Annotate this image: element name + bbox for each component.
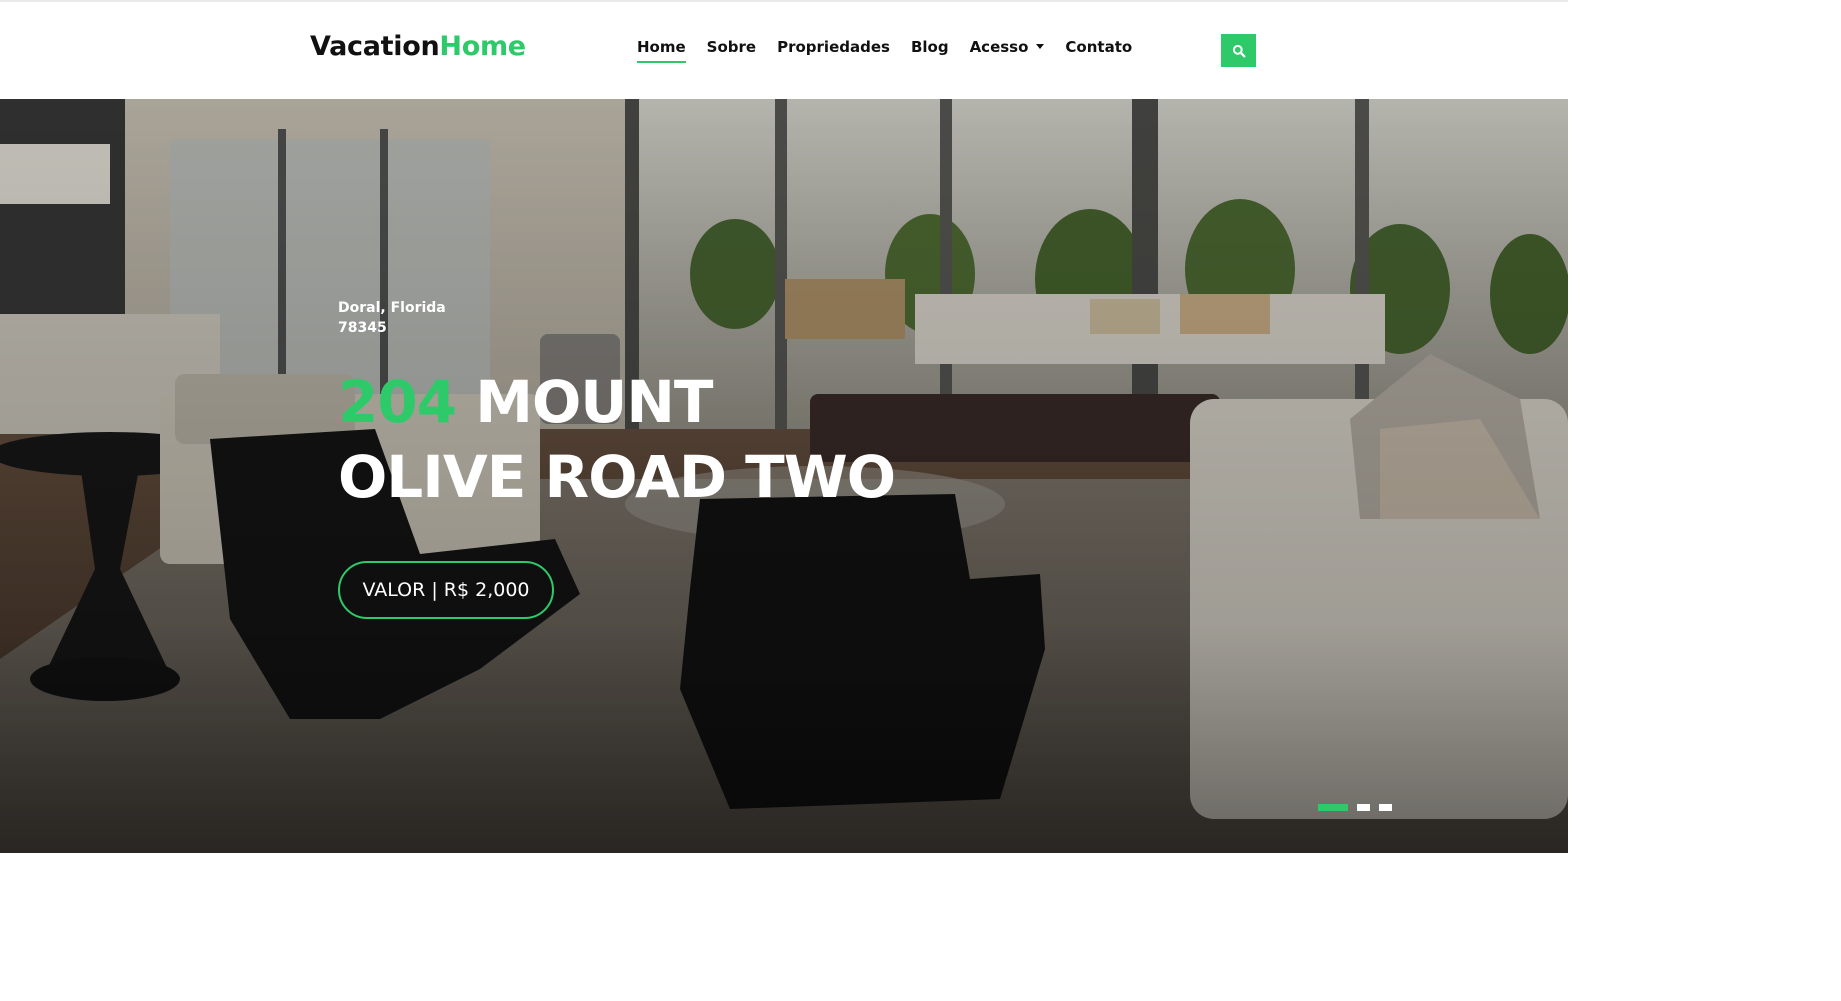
search-icon: [1232, 44, 1246, 58]
nav-item-home[interactable]: Home: [637, 38, 686, 63]
brand-name-part2: Home: [439, 31, 526, 62]
nav-item-propriedades[interactable]: Propriedades: [777, 38, 890, 62]
nav-item-acesso[interactable]: Acesso: [970, 38, 1045, 62]
nav-item-contato[interactable]: Contato: [1065, 38, 1132, 62]
carousel-dot-2[interactable]: [1357, 804, 1370, 811]
property-location: Doral, Florida 78345: [338, 300, 446, 336]
brand-logo[interactable]: VacationHome: [310, 31, 526, 62]
navbar: VacationHome Home Sobre Propriedades Blo…: [0, 2, 1568, 99]
nav-item-blog[interactable]: Blog: [911, 38, 949, 62]
caret-down-icon: [1036, 44, 1045, 49]
property-number: 204: [338, 368, 457, 436]
hero-slider: Doral, Florida 78345 204 MOUNT OLIVE ROA…: [0, 99, 1568, 853]
nav-item-sobre[interactable]: Sobre: [707, 38, 756, 62]
carousel-dot-1[interactable]: [1318, 804, 1348, 811]
carousel-dot-3[interactable]: [1379, 804, 1392, 811]
carousel-dots: [1318, 804, 1392, 811]
main-nav: Home Sobre Propriedades Blog Acesso Cont…: [637, 38, 1132, 63]
price-button[interactable]: VALOR | R$ 2,000: [338, 561, 554, 619]
property-title: 204 MOUNT OLIVE ROAD TWO: [338, 368, 896, 511]
search-button[interactable]: [1221, 34, 1256, 67]
brand-name-part1: Vacation: [310, 31, 440, 62]
